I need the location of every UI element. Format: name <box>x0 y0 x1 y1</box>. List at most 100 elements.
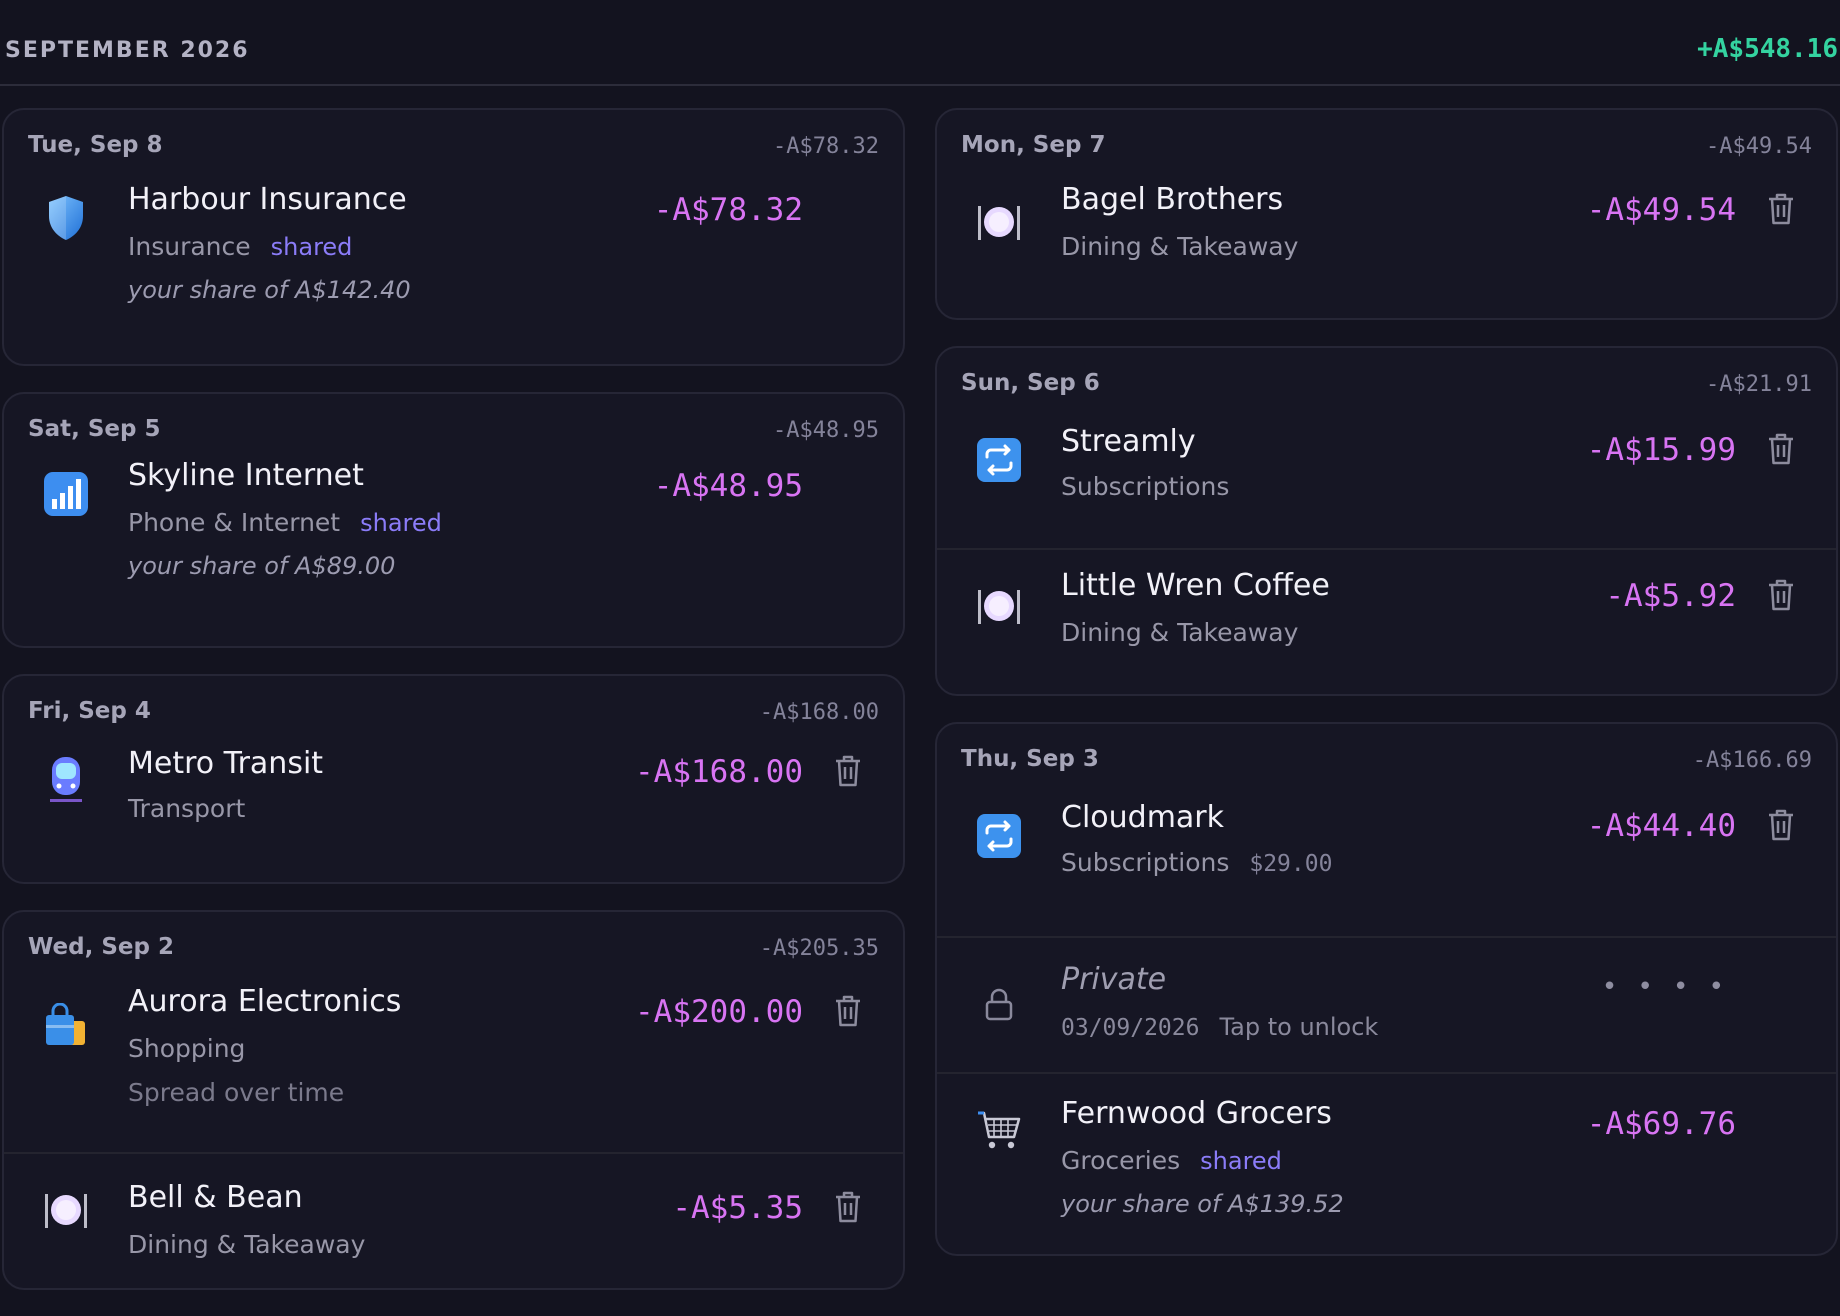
merchant-name: Little Wren Coffee <box>1061 568 1330 603</box>
share-note: your share of A$142.40 <box>128 276 411 304</box>
repeat-icon <box>971 808 1027 864</box>
category-label: Shopping <box>128 1034 246 1063</box>
spread-note: Spread over time <box>128 1078 345 1107</box>
day-card-sep-5: Sat, Sep 5 -A$48.95 Skyline Internet Pho… <box>2 392 905 648</box>
transaction-amount: -A$78.32 <box>653 192 803 228</box>
transaction-amount: -A$168.00 <box>635 754 803 790</box>
transaction-row[interactable]: Aurora Electronics Shopping Spread over … <box>4 968 903 1152</box>
day-label: Sun, Sep 6 <box>961 370 1100 396</box>
merchant-name: Harbour Insurance <box>128 182 407 217</box>
category-label: Subscriptions <box>1061 848 1230 877</box>
month-header: SEPTEMBER 2026 +A$548.16 <box>0 0 1840 86</box>
day-card-sep-6: Sun, Sep 6 -A$21.91 Streamly Subscriptio… <box>935 346 1838 696</box>
category-label: Dining & Takeaway <box>128 1230 366 1259</box>
merchant-name: Skyline Internet <box>128 458 364 493</box>
merchant-name: Streamly <box>1061 424 1196 459</box>
left-column: Tue, Sep 8 -A$78.32 Harbour Insurance In… <box>2 108 905 1316</box>
right-column: Mon, Sep 7 -A$49.54 Bagel Brothers Dinin… <box>935 108 1838 1282</box>
metro-icon <box>38 752 94 808</box>
shield-icon <box>38 190 94 246</box>
category-line: Insurance shared <box>128 232 352 261</box>
shared-badge: shared <box>360 509 442 537</box>
transaction-row[interactable]: Cloudmark Subscriptions $29.00 -A$44.40 <box>937 780 1836 936</box>
plate-cutlery-icon <box>38 1182 94 1238</box>
plate-cutlery-icon <box>971 578 1027 634</box>
day-total: -A$21.91 <box>1706 372 1812 397</box>
month-title: SEPTEMBER 2026 <box>5 38 250 63</box>
private-meta: 03/09/2026 Tap to unlock <box>1061 1012 1378 1041</box>
day-total: -A$166.69 <box>1692 748 1812 773</box>
category-line: Subscriptions $29.00 <box>1061 848 1332 877</box>
merchant-name: Aurora Electronics <box>128 984 402 1019</box>
transaction-amount: -A$44.40 <box>1586 808 1736 844</box>
day-card-sep-3: Thu, Sep 3 -A$166.69 Cloudmark Subscript… <box>935 722 1838 1256</box>
transaction-row[interactable]: Bagel Brothers Dining & Takeaway -A$49.5… <box>937 166 1836 318</box>
day-card-sep-7: Mon, Sep 7 -A$49.54 Bagel Brothers Dinin… <box>935 108 1838 320</box>
private-date: 03/09/2026 <box>1061 1015 1200 1041</box>
private-transaction-row[interactable]: Private 03/09/2026 Tap to unlock • • • • <box>937 936 1836 1072</box>
category-label: Dining & Takeaway <box>1061 618 1299 647</box>
category-label: Insurance <box>128 232 251 261</box>
transaction-amount: -A$49.54 <box>1586 192 1736 228</box>
category-label: Transport <box>128 794 246 823</box>
transaction-row[interactable]: Fernwood Grocers Groceries shared your sh… <box>937 1072 1836 1254</box>
category-label: Groceries <box>1061 1146 1181 1175</box>
day-label: Mon, Sep 7 <box>961 132 1106 158</box>
day-total: -A$168.00 <box>759 700 879 725</box>
delete-trash-icon[interactable] <box>1766 192 1796 226</box>
merchant-name: Fernwood Grocers <box>1061 1096 1332 1131</box>
delete-trash-icon[interactable] <box>833 754 863 788</box>
day-card-sep-4: Fri, Sep 4 -A$168.00 Metro Transit Trans… <box>2 674 905 884</box>
transaction-row[interactable]: Little Wren Coffee Dining & Takeaway -A$… <box>937 548 1836 694</box>
original-currency-amount: $29.00 <box>1249 851 1333 877</box>
shopping-bags-icon <box>38 998 94 1054</box>
plate-cutlery-icon <box>971 194 1027 250</box>
transaction-row[interactable]: Bell & Bean Dining & Takeaway -A$5.35 <box>4 1152 903 1288</box>
day-label: Tue, Sep 8 <box>28 132 163 158</box>
delete-trash-icon[interactable] <box>833 1190 863 1224</box>
shared-badge: shared <box>270 233 353 261</box>
private-title: Private <box>1061 962 1167 997</box>
lock-icon <box>971 976 1027 1032</box>
day-card-sep-8: Tue, Sep 8 -A$78.32 Harbour Insurance In… <box>2 108 905 366</box>
share-note: your share of A$139.52 <box>1061 1190 1344 1218</box>
merchant-name: Metro Transit <box>128 746 324 781</box>
delete-trash-icon[interactable] <box>833 994 863 1028</box>
category-line: Groceries shared <box>1061 1146 1282 1175</box>
day-total: -A$49.54 <box>1706 134 1812 159</box>
day-label: Wed, Sep 2 <box>28 934 174 960</box>
delete-trash-icon[interactable] <box>1766 808 1796 842</box>
share-note: your share of A$89.00 <box>128 552 396 580</box>
day-total: -A$205.35 <box>759 936 879 961</box>
transaction-row[interactable]: Metro Transit Transport -A$168.00 <box>4 732 903 882</box>
unlock-hint[interactable]: Tap to unlock <box>1219 1013 1378 1041</box>
transaction-amount: -A$5.35 <box>672 1190 803 1226</box>
transaction-amount: -A$5.92 <box>1605 578 1736 614</box>
transaction-amount: -A$200.00 <box>635 994 803 1030</box>
category-line: Phone & Internet shared <box>128 508 442 537</box>
transaction-amount: -A$15.99 <box>1586 432 1736 468</box>
repeat-icon <box>971 432 1027 488</box>
day-total: -A$78.32 <box>773 134 879 159</box>
transaction-row[interactable]: Skyline Internet Phone & Internet shared … <box>4 450 903 646</box>
transaction-amount: -A$69.76 <box>1586 1106 1736 1142</box>
transaction-row[interactable]: Streamly Subscriptions -A$15.99 <box>937 404 1836 548</box>
delete-trash-icon[interactable] <box>1766 578 1796 612</box>
category-label: Phone & Internet <box>128 508 341 537</box>
day-label: Thu, Sep 3 <box>961 746 1099 772</box>
category-label: Dining & Takeaway <box>1061 232 1299 261</box>
day-total: -A$48.95 <box>773 418 879 443</box>
shopping-cart-icon <box>971 1102 1027 1158</box>
month-net-total: +A$548.16 <box>1697 34 1838 64</box>
merchant-name: Bagel Brothers <box>1061 182 1284 217</box>
transaction-row[interactable]: Harbour Insurance Insurance shared your s… <box>4 166 903 364</box>
masked-amount: • • • • <box>1601 972 1730 1002</box>
day-label: Sat, Sep 5 <box>28 416 161 442</box>
transaction-amount: -A$48.95 <box>653 468 803 504</box>
bar-chart-icon <box>38 466 94 522</box>
category-label: Subscriptions <box>1061 472 1230 501</box>
delete-trash-icon[interactable] <box>1766 432 1796 466</box>
day-card-sep-2: Wed, Sep 2 -A$205.35 Aurora Electronics … <box>2 910 905 1290</box>
day-label: Fri, Sep 4 <box>28 698 151 724</box>
merchant-name: Cloudmark <box>1061 800 1225 835</box>
